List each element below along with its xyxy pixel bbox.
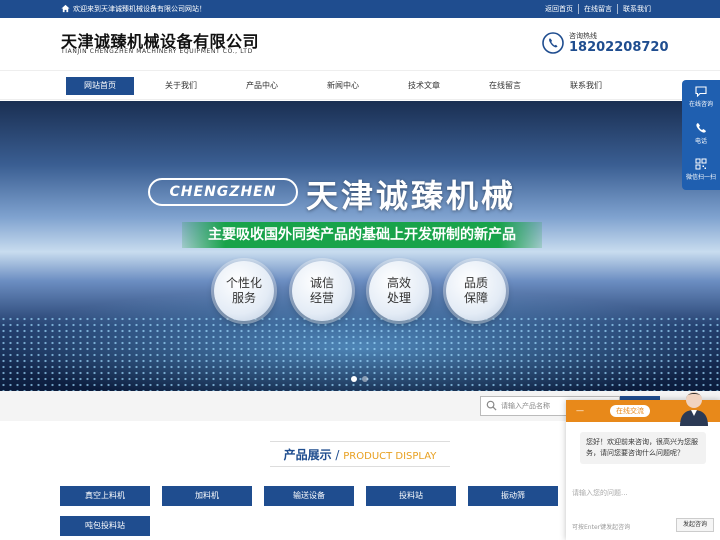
- search-icon: [486, 400, 497, 411]
- phone-icon: [696, 123, 706, 133]
- minimize-icon[interactable]: —: [576, 407, 584, 415]
- site-header: 天津诚臻机械设备有限公司 TIANJIN CHENGZHEN MACHINERY…: [0, 18, 720, 70]
- category-vibrating-screen[interactable]: 振动筛: [468, 486, 558, 506]
- sidebar-label: 微信扫一扫: [685, 174, 716, 181]
- feature-line: 诚信: [309, 276, 334, 290]
- floating-sidebar: 在线咨询 电话 微信扫一扫: [682, 80, 720, 190]
- sidebar-label: 在线咨询: [688, 101, 713, 108]
- feature-circle-quality: 品质 保障: [446, 261, 506, 321]
- sidebar-phone[interactable]: 电话: [682, 122, 720, 145]
- feature-line: 个性化: [225, 276, 262, 290]
- category-feeder[interactable]: 加料机: [162, 486, 252, 506]
- category-feeding-station[interactable]: 投料站: [366, 486, 456, 506]
- sidebar-label: 电话: [694, 138, 707, 145]
- chat-tip: 可按Enter键发起咨询: [572, 524, 631, 531]
- section-title-products: 产品展示 / PRODUCT DISPLAY: [270, 441, 450, 467]
- feature-line: 品质: [463, 276, 488, 290]
- feature-circle-integrity: 诚信 经营: [292, 261, 352, 321]
- top-links: 返回首页 在线留言 联系我们: [540, 4, 656, 14]
- sidebar-online-consult[interactable]: 在线咨询: [682, 86, 720, 108]
- banner-brand-en: CHENGZHEN: [148, 178, 298, 206]
- welcome-text: 欢迎来到天津诚臻机械设备有限公司网站！: [73, 5, 206, 13]
- nav-item-home[interactable]: 网站首页: [66, 77, 134, 95]
- chat-widget: — 在线交流 您好！欢迎前来咨询，很高兴为您服务，请问您要咨询什么问题呢？ 请输…: [566, 392, 720, 540]
- agent-avatar: [680, 392, 708, 426]
- nav-item-news[interactable]: 新闻中心: [309, 77, 377, 95]
- feature-circle-efficiency: 高效 处理: [369, 261, 429, 321]
- hero-banner[interactable]: CHENGZHEN 天津诚臻机械 主要吸收国外同类产品的基础上开发研制的新产品 …: [0, 101, 720, 391]
- nav-item-about[interactable]: 关于我们: [147, 77, 215, 95]
- feature-line: 保障: [463, 291, 488, 305]
- slide-dot-2[interactable]: [362, 376, 368, 382]
- section-title-separator: /: [331, 448, 344, 462]
- section-title-en: PRODUCT DISPLAY: [343, 451, 437, 462]
- top-link-message[interactable]: 在线留言: [578, 4, 617, 14]
- nav-item-products[interactable]: 产品中心: [228, 77, 296, 95]
- top-bar: 欢迎来到天津诚臻机械设备有限公司网站！ 返回首页 在线留言 联系我们: [0, 0, 720, 18]
- phone-icon: [542, 32, 564, 54]
- chat-send-button[interactable]: 发起咨询: [676, 518, 714, 532]
- nav-item-message[interactable]: 在线留言: [471, 77, 539, 95]
- sidebar-wechat[interactable]: 微信扫一扫: [682, 158, 720, 181]
- chat-bubble-icon: [695, 86, 707, 98]
- main-nav: 网站首页 关于我们 产品中心 新闻中心 技术文章 在线留言 联系我们: [0, 70, 720, 100]
- nav-item-contact[interactable]: 联系我们: [552, 77, 620, 95]
- feature-circle-service: 个性化 服务: [214, 261, 274, 321]
- feature-line: 服务: [231, 291, 256, 305]
- banner-brand-cn: 天津诚臻机械: [306, 177, 517, 215]
- banner-slogan: 主要吸收国外同类产品的基础上开发研制的新产品: [182, 222, 542, 248]
- slide-dot-1[interactable]: [351, 376, 357, 382]
- category-vacuum-loader[interactable]: 真空上料机: [60, 486, 150, 506]
- nav-item-articles[interactable]: 技术文章: [390, 77, 458, 95]
- qr-code-icon: [695, 158, 707, 170]
- feature-line: 经营: [309, 291, 334, 305]
- banner-particles: [0, 316, 720, 391]
- feature-line: 高效: [386, 276, 411, 290]
- top-link-home[interactable]: 返回首页: [540, 4, 578, 14]
- top-link-contact[interactable]: 联系我们: [617, 4, 656, 14]
- chat-greeting-message: 您好！欢迎前来咨询，很高兴为您服务，请问您要咨询什么问题呢？: [580, 432, 706, 464]
- category-conveying[interactable]: 输送设备: [264, 486, 354, 506]
- feature-line: 处理: [386, 291, 411, 305]
- company-name-en: TIANJIN CHENGZHEN MACHINERY EQUIPMENT CO…: [61, 48, 253, 55]
- section-title-cn: 产品展示: [283, 448, 332, 462]
- home-icon: [61, 4, 70, 13]
- chat-input[interactable]: 请输入您的问题...: [572, 488, 628, 498]
- chat-header-label[interactable]: 在线交流: [610, 405, 650, 417]
- hotline-number: 18202208720: [569, 40, 669, 55]
- category-ton-bag-station[interactable]: 吨包投料站: [60, 516, 150, 536]
